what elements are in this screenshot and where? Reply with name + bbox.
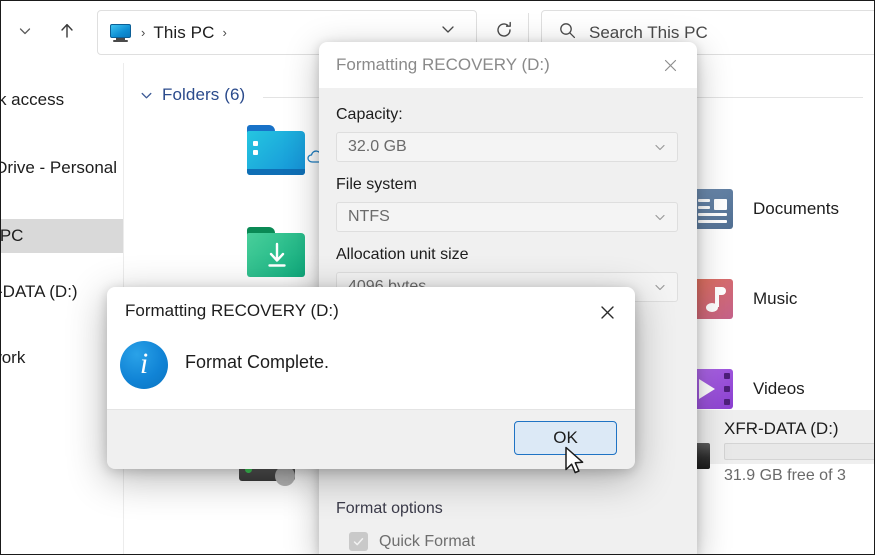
drive-item-xfr-data[interactable]: XFR-DATA (D:) 31.9 GB free of 3 — [666, 419, 874, 497]
sidebar-item-xfr-data[interactable]: XFR-DATA (D:) — [1, 275, 123, 309]
close-icon[interactable] — [587, 295, 627, 329]
chevron-down-icon — [653, 280, 667, 294]
allocation-unit-size-label: Allocation unit size — [336, 246, 469, 263]
format-options-title: Format options — [336, 500, 443, 517]
sidebar-item-onedrive[interactable]: OneDrive - Personal — [1, 151, 123, 185]
folder-icon-3d-objects[interactable] — [245, 125, 307, 177]
list-item-documents[interactable]: Documents — [693, 189, 839, 229]
navigation-history-dropdown[interactable] — [11, 19, 39, 47]
this-pc-icon — [109, 23, 133, 43]
list-item-label: Documents — [753, 199, 839, 218]
drive-capacity-bar — [724, 443, 874, 460]
chevron-down-icon — [439, 25, 457, 42]
group-title: Folders (6) — [162, 85, 246, 104]
sidebar-item-label: XFR-DATA (D:) — [1, 282, 78, 301]
capacity-label: Capacity: — [336, 106, 403, 123]
download-arrow-icon — [265, 241, 289, 274]
checkmark-icon[interactable] — [349, 532, 368, 551]
music-folder-icon — [693, 279, 733, 319]
search-placeholder: Search This PC — [589, 22, 708, 42]
capacity-dropdown[interactable]: 32.0 GB — [336, 132, 678, 162]
sidebar-item-quick-access[interactable]: Quick access — [1, 83, 123, 117]
close-icon[interactable] — [649, 46, 691, 84]
sidebar-item-label: Quick access — [1, 90, 65, 109]
list-item-videos[interactable]: Videos — [693, 369, 805, 409]
capacity-value: 32.0 GB — [348, 138, 407, 155]
breadcrumb-separator-1: › — [141, 25, 146, 40]
message-dialog-title: Formatting RECOVERY (D:) — [125, 301, 339, 320]
folders-group-header[interactable]: Folders (6) — [139, 85, 245, 105]
quick-format-label: Quick Format — [379, 532, 476, 550]
chevron-down-icon — [653, 210, 667, 224]
ok-button-label: OK — [553, 428, 578, 447]
documents-folder-icon — [693, 189, 733, 229]
file-system-label: File system — [336, 176, 417, 193]
information-icon: i — [120, 341, 168, 389]
file-system-value: NTFS — [348, 208, 390, 225]
quick-format-checkbox-row[interactable]: Quick Format — [349, 532, 475, 551]
chevron-down-icon — [653, 140, 667, 154]
search-icon — [558, 21, 577, 45]
ok-button[interactable]: OK — [514, 421, 617, 455]
chevron-down-icon — [139, 88, 154, 103]
breadcrumb-separator-2[interactable]: › — [223, 26, 227, 39]
folder-dot — [253, 150, 258, 155]
up-one-level-button[interactable] — [51, 17, 83, 49]
format-dialog-title: Formatting RECOVERY (D:) — [336, 55, 550, 74]
sidebar-item-label: Network — [1, 348, 26, 367]
sidebar-item-this-pc[interactable]: This PC — [1, 219, 123, 253]
format-dialog-titlebar: Formatting RECOVERY (D:) — [319, 42, 697, 88]
breadcrumb-this-pc[interactable]: This PC — [153, 23, 214, 43]
chevron-down-icon — [17, 23, 33, 44]
arrow-up-icon — [57, 21, 77, 46]
file-system-dropdown[interactable]: NTFS — [336, 202, 678, 232]
information-glyph: i — [139, 346, 149, 380]
sidebar-item-label: This PC — [0, 226, 24, 245]
list-item-label: Music — [753, 289, 798, 308]
videos-folder-icon — [693, 369, 733, 409]
sidebar-item-network[interactable]: Network — [1, 341, 123, 375]
folder-dot — [253, 141, 258, 146]
sidebar-item-label: OneDrive - Personal — [1, 158, 118, 177]
refresh-icon — [494, 20, 514, 45]
drive-name-label: XFR-DATA (D:) — [724, 419, 839, 438]
list-item-music[interactable]: Music — [693, 279, 797, 319]
folder-base — [247, 169, 305, 175]
screenshot-root: › This PC › Search This PC access rive -… — [0, 0, 875, 555]
address-bar-dropdown[interactable] — [439, 20, 457, 43]
message-text: Format Complete. — [185, 352, 330, 372]
navigation-pane: Quick access OneDrive - Personal This PC… — [1, 63, 123, 554]
drive-free-space-label: 31.9 GB free of 3 — [724, 467, 846, 484]
list-item-label: Videos — [753, 379, 805, 398]
folder-icon-downloads[interactable] — [245, 227, 307, 279]
